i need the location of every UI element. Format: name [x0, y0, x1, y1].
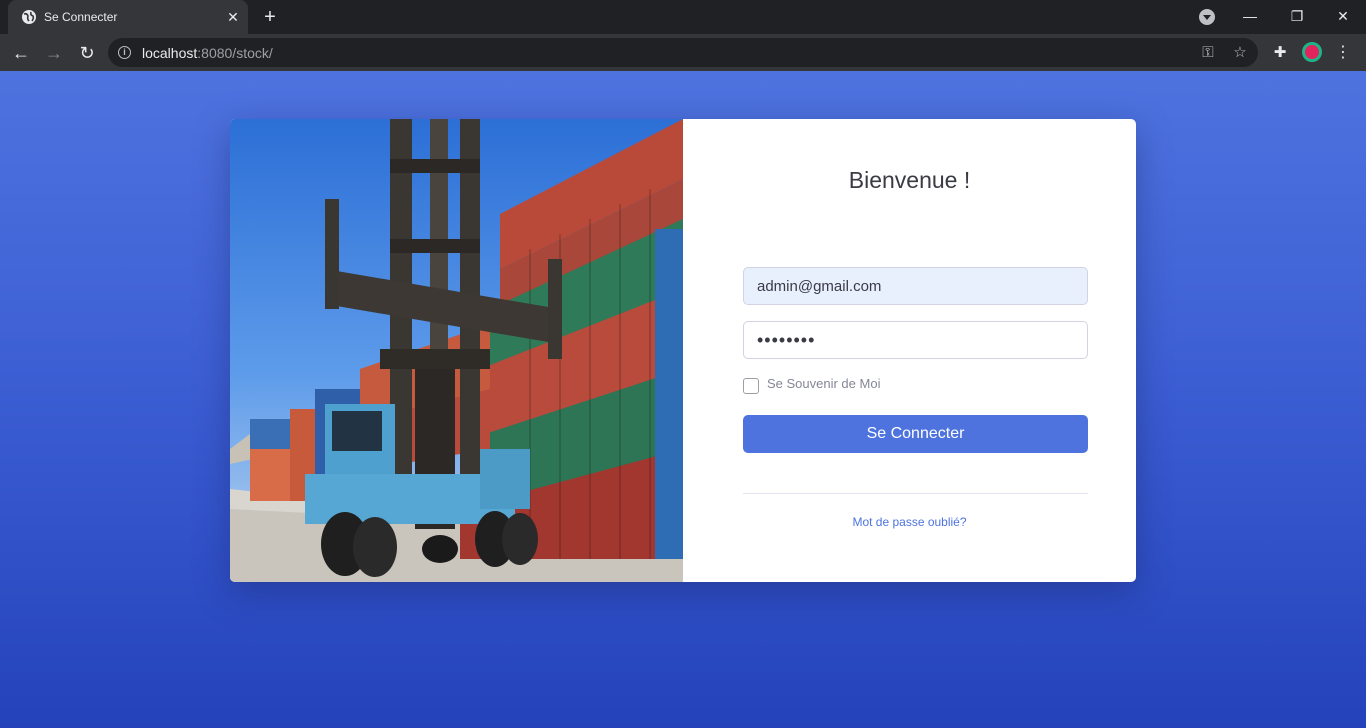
welcome-title: Bienvenue ! — [848, 167, 971, 193]
star-icon[interactable]: ☆ — [1230, 43, 1250, 63]
close-icon[interactable]: ✕ — [224, 8, 242, 26]
minimize-icon[interactable]: — — [1236, 3, 1264, 29]
login-card: Bienvenue ! Se Souvenir de Moi Se Connec… — [230, 119, 1136, 582]
back-icon[interactable]: ← — [8, 40, 34, 66]
tab-search-button[interactable] — [1199, 9, 1215, 25]
email-field[interactable] — [743, 267, 1088, 305]
forklift-illustration — [230, 119, 683, 582]
container-yard-image — [230, 119, 683, 582]
key-icon[interactable]: ⚿ — [1198, 43, 1218, 63]
browser-tab-bar: Se Connecter ✕ + — ❐ ✕ — [0, 0, 1366, 34]
window-close-icon[interactable]: ✕ — [1329, 3, 1357, 29]
url-text: localhost:8080/stock/ — [142, 45, 273, 61]
forgot-password-link[interactable]: Mot de passe oublié? — [683, 515, 1136, 529]
tab-title: Se Connecter — [44, 10, 118, 24]
more-vert-icon[interactable]: ⋮ — [1333, 42, 1353, 64]
login-button[interactable]: Se Connecter — [743, 415, 1088, 453]
remember-label[interactable]: Se Souvenir de Moi — [767, 376, 880, 391]
url-path: :8080/stock/ — [197, 45, 273, 61]
profile-avatar[interactable] — [1302, 42, 1322, 62]
info-icon[interactable]: i — [118, 46, 131, 59]
plus-icon[interactable]: + — [258, 5, 282, 29]
forward-icon[interactable]: → — [41, 40, 67, 66]
restore-icon[interactable]: ❐ — [1283, 3, 1311, 29]
password-field[interactable] — [743, 321, 1088, 359]
browser-toolbar: ← → ↻ i localhost:8080/stock/ ⚿ ☆ ✚ ⋮ — [0, 34, 1366, 71]
reload-icon[interactable]: ↻ — [74, 40, 100, 66]
browser-tab[interactable]: Se Connecter ✕ — [8, 0, 248, 34]
login-form: Bienvenue ! Se Souvenir de Moi Se Connec… — [683, 119, 1136, 582]
puzzle-icon[interactable]: ✚ — [1270, 43, 1290, 63]
remember-checkbox[interactable] — [743, 378, 759, 394]
divider — [743, 493, 1088, 494]
url-host: localhost — [142, 45, 198, 61]
globe-icon — [22, 10, 36, 24]
login-page: Bienvenue ! Se Souvenir de Moi Se Connec… — [0, 71, 1366, 728]
address-bar[interactable]: i localhost:8080/stock/ ⚿ ☆ — [108, 38, 1258, 67]
